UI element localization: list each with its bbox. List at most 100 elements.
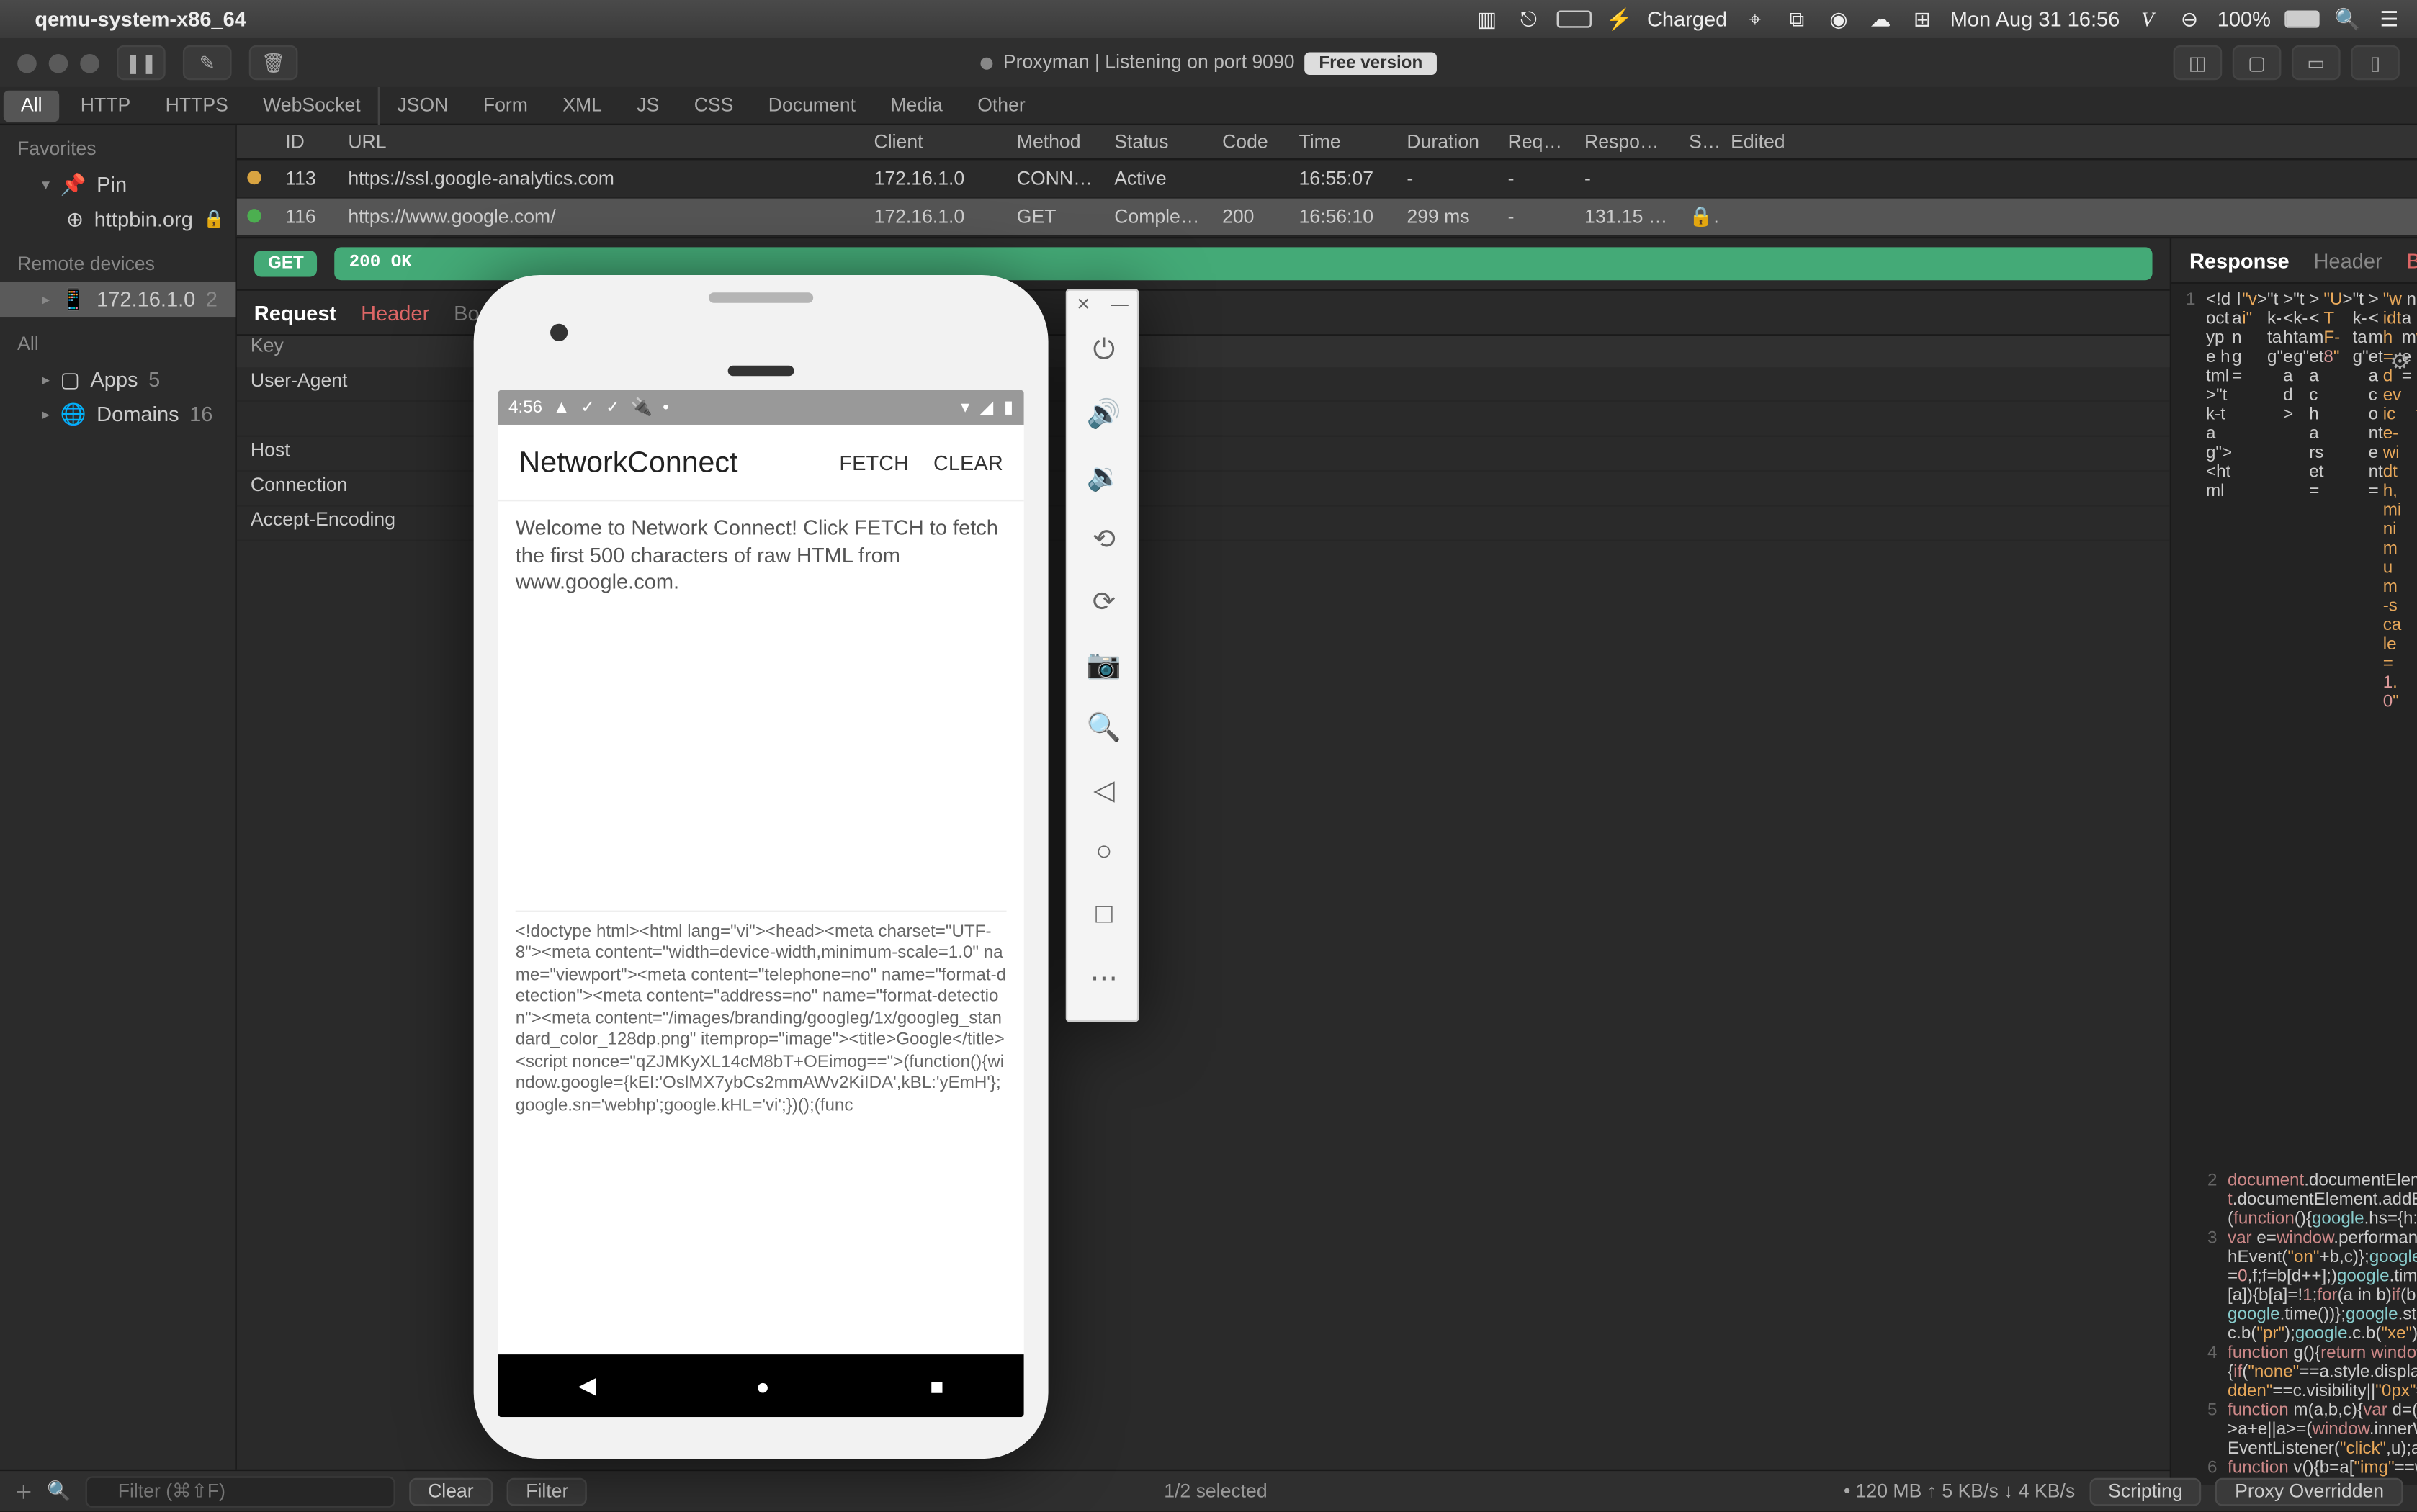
tab-response-header[interactable]: Header xyxy=(2313,248,2382,273)
layout-1-button[interactable]: ◫ xyxy=(2174,45,2223,80)
window-titlebar: ❚❚ ✎ 🗑 Proxyman | Listening on port 9090… xyxy=(0,38,2417,87)
fetch-button[interactable]: FETCH xyxy=(839,450,909,474)
filter-tab-all[interactable]: All xyxy=(4,90,60,122)
sidebar-remote-item[interactable]: ▸ 📱 172.16.1.0 2 xyxy=(0,282,235,317)
tab-response[interactable]: Response xyxy=(2189,248,2290,273)
table-header-code[interactable]: Code xyxy=(1212,132,1288,153)
trash-button[interactable]: 🗑 xyxy=(249,45,298,80)
layout-2-button[interactable]: ▢ xyxy=(2233,45,2282,80)
wifi-icon[interactable]: ⊖ xyxy=(2176,5,2204,33)
tab-response-body[interactable]: Body xyxy=(2407,248,2417,273)
emulator-power-button[interactable]: ⏻ xyxy=(1067,320,1141,383)
nav-home-button[interactable]: ● xyxy=(756,1373,770,1399)
filter-tab-media[interactable]: Media xyxy=(873,86,960,125)
table-cell: 200 xyxy=(1212,207,1288,228)
table-header-request[interactable]: Request xyxy=(1497,132,1574,153)
table-header-duration[interactable]: Duration xyxy=(1396,132,1497,153)
clear-button[interactable]: Clear xyxy=(408,1477,493,1506)
filter-tab-document[interactable]: Document xyxy=(751,86,874,125)
emulator-camera-button[interactable]: 📷 xyxy=(1067,634,1141,696)
add-button[interactable]: ＋ xyxy=(14,1477,33,1506)
sidebar-apps-item[interactable]: ▸ ▢ Apps 5 xyxy=(0,362,235,397)
disclosure-icon[interactable]: ▸ xyxy=(42,290,50,310)
filter-input[interactable] xyxy=(85,1475,395,1507)
all-header: All xyxy=(0,328,235,362)
letter-v-icon[interactable]: V xyxy=(2134,5,2162,33)
table-header-status[interactable]: Status xyxy=(1104,132,1212,153)
sidebar-pin-group[interactable]: ▾ 📌 Pin xyxy=(0,167,235,202)
settings-gear-icon[interactable]: ⚙ xyxy=(2390,348,2410,377)
filter-tab-http[interactable]: HTTP xyxy=(63,86,148,125)
filter-tab-js[interactable]: JS xyxy=(619,86,676,125)
table-header-url[interactable]: URL xyxy=(338,132,864,153)
disclosure-icon[interactable]: ▾ xyxy=(42,175,50,194)
table-header-time[interactable]: Time xyxy=(1288,132,1396,153)
filter-tab-json[interactable]: JSON xyxy=(378,86,466,125)
sidebar-pin-item[interactable]: ⊕ httpbin.org 🔒 xyxy=(0,202,235,236)
tab-request[interactable]: Request xyxy=(254,300,336,325)
clear-button[interactable]: CLEAR xyxy=(933,450,1003,474)
layout-3-button[interactable]: ▭ xyxy=(2292,45,2341,80)
emulator-volume-down-button[interactable]: 🔉 xyxy=(1067,446,1141,508)
emulator-close-button[interactable]: ✕ xyxy=(1076,296,1090,315)
filter-tab-websocket[interactable]: WebSocket xyxy=(246,86,378,125)
sidebar-domains-item[interactable]: ▸ 🌐 Domains 16 xyxy=(0,397,235,431)
fullscreen-window-button[interactable] xyxy=(80,53,99,73)
control-center-icon[interactable]: ☰ xyxy=(2375,5,2403,33)
filter-tab-https[interactable]: HTTPS xyxy=(148,86,246,125)
emulator-zoom-button[interactable]: 🔍 xyxy=(1067,696,1141,759)
nav-overview-button[interactable]: ■ xyxy=(930,1373,943,1399)
table-header-edited[interactable]: Edited xyxy=(1721,132,1808,153)
table-header-method[interactable]: Method xyxy=(1006,132,1103,153)
tray-icon-1[interactable]: ▥ xyxy=(1473,5,1501,33)
table-cell: - xyxy=(1497,207,1574,228)
battery-icon[interactable] xyxy=(2284,11,2319,28)
compose-button[interactable]: ✎ xyxy=(183,45,232,80)
layout-4-button[interactable]: ▯ xyxy=(2351,45,2400,80)
android-emulator-window: 4:56 ▲ ✓ ✓ 🔌 • ▾ ◢ ▮ NetworkConnect xyxy=(474,275,1153,1473)
emulator-rotate-left-button[interactable]: ⟲ xyxy=(1067,508,1141,571)
status-battery-icon: ▮ xyxy=(1004,397,1013,417)
filter-tab-css[interactable]: CSS xyxy=(677,86,751,125)
emulator-overview-button[interactable]: □ xyxy=(1067,884,1141,947)
pause-button[interactable]: ❚❚ xyxy=(117,45,166,80)
nav-back-button[interactable]: ◀ xyxy=(578,1372,596,1400)
table-header-client[interactable]: Client xyxy=(864,132,1006,153)
emulator-home-button[interactable]: ○ xyxy=(1067,822,1141,884)
table-row[interactable]: 116https://www.google.com/172.16.1.0GETC… xyxy=(237,199,2417,237)
scripting-button[interactable]: Scripting xyxy=(2089,1477,2202,1506)
table-header-response[interactable]: Response xyxy=(1574,132,1679,153)
disclosure-icon[interactable]: ▸ xyxy=(42,370,50,390)
clock[interactable]: Mon Aug 31 16:56 xyxy=(1950,7,2120,32)
emulator-rotate-right-button[interactable]: ⟳ xyxy=(1067,571,1141,634)
grid-icon[interactable]: ⊞ xyxy=(1909,5,1937,33)
kv-key: Host xyxy=(237,437,481,470)
filter-button[interactable]: Filter xyxy=(507,1477,588,1506)
emulator-more-button[interactable]: ⋯ xyxy=(1067,947,1141,1009)
filter-tab-form[interactable]: Form xyxy=(466,86,545,125)
proxy-button[interactable]: Proxy Overridden xyxy=(2216,1477,2403,1506)
emulator-minimize-button[interactable]: — xyxy=(1111,296,1129,315)
dropbox-icon[interactable]: ⧉ xyxy=(1783,5,1811,33)
tab-request-header[interactable]: Header xyxy=(361,300,429,325)
tray-icon-2[interactable]: ⎋ xyxy=(1515,5,1543,33)
onedrive-icon[interactable]: ◉ xyxy=(1825,5,1853,33)
emulator-back-button[interactable]: ◁ xyxy=(1067,759,1141,822)
disclosure-icon[interactable]: ▸ xyxy=(42,405,50,424)
domains-count: 16 xyxy=(189,402,212,427)
emulator-volume-up-button[interactable]: 🔊 xyxy=(1067,383,1141,446)
filter-tab-other[interactable]: Other xyxy=(960,86,1043,125)
table-row[interactable]: 113https://ssl.google-analytics.com172.1… xyxy=(237,160,2417,198)
app-name[interactable]: qemu-system-x86_64 xyxy=(35,7,246,32)
response-code-view[interactable]: 1<!doctype html>"tk-tag"><html lang="vi"… xyxy=(2172,284,2417,1485)
close-window-button[interactable] xyxy=(17,53,37,73)
filter-tab-xml[interactable]: XML xyxy=(545,86,619,125)
battery-menu-icon[interactable] xyxy=(1556,11,1591,28)
spotlight-icon[interactable]: 🔍 xyxy=(2333,5,2362,33)
minimize-window-button[interactable] xyxy=(49,53,68,73)
table-header-id[interactable]: ID xyxy=(275,132,338,153)
table-header-ssl[interactable]: SSL xyxy=(1679,132,1721,153)
table-cell xyxy=(237,207,275,228)
cloud-icon[interactable]: ☁ xyxy=(1867,5,1895,33)
bluetooth-icon[interactable]: ⌖ xyxy=(1741,5,1770,33)
